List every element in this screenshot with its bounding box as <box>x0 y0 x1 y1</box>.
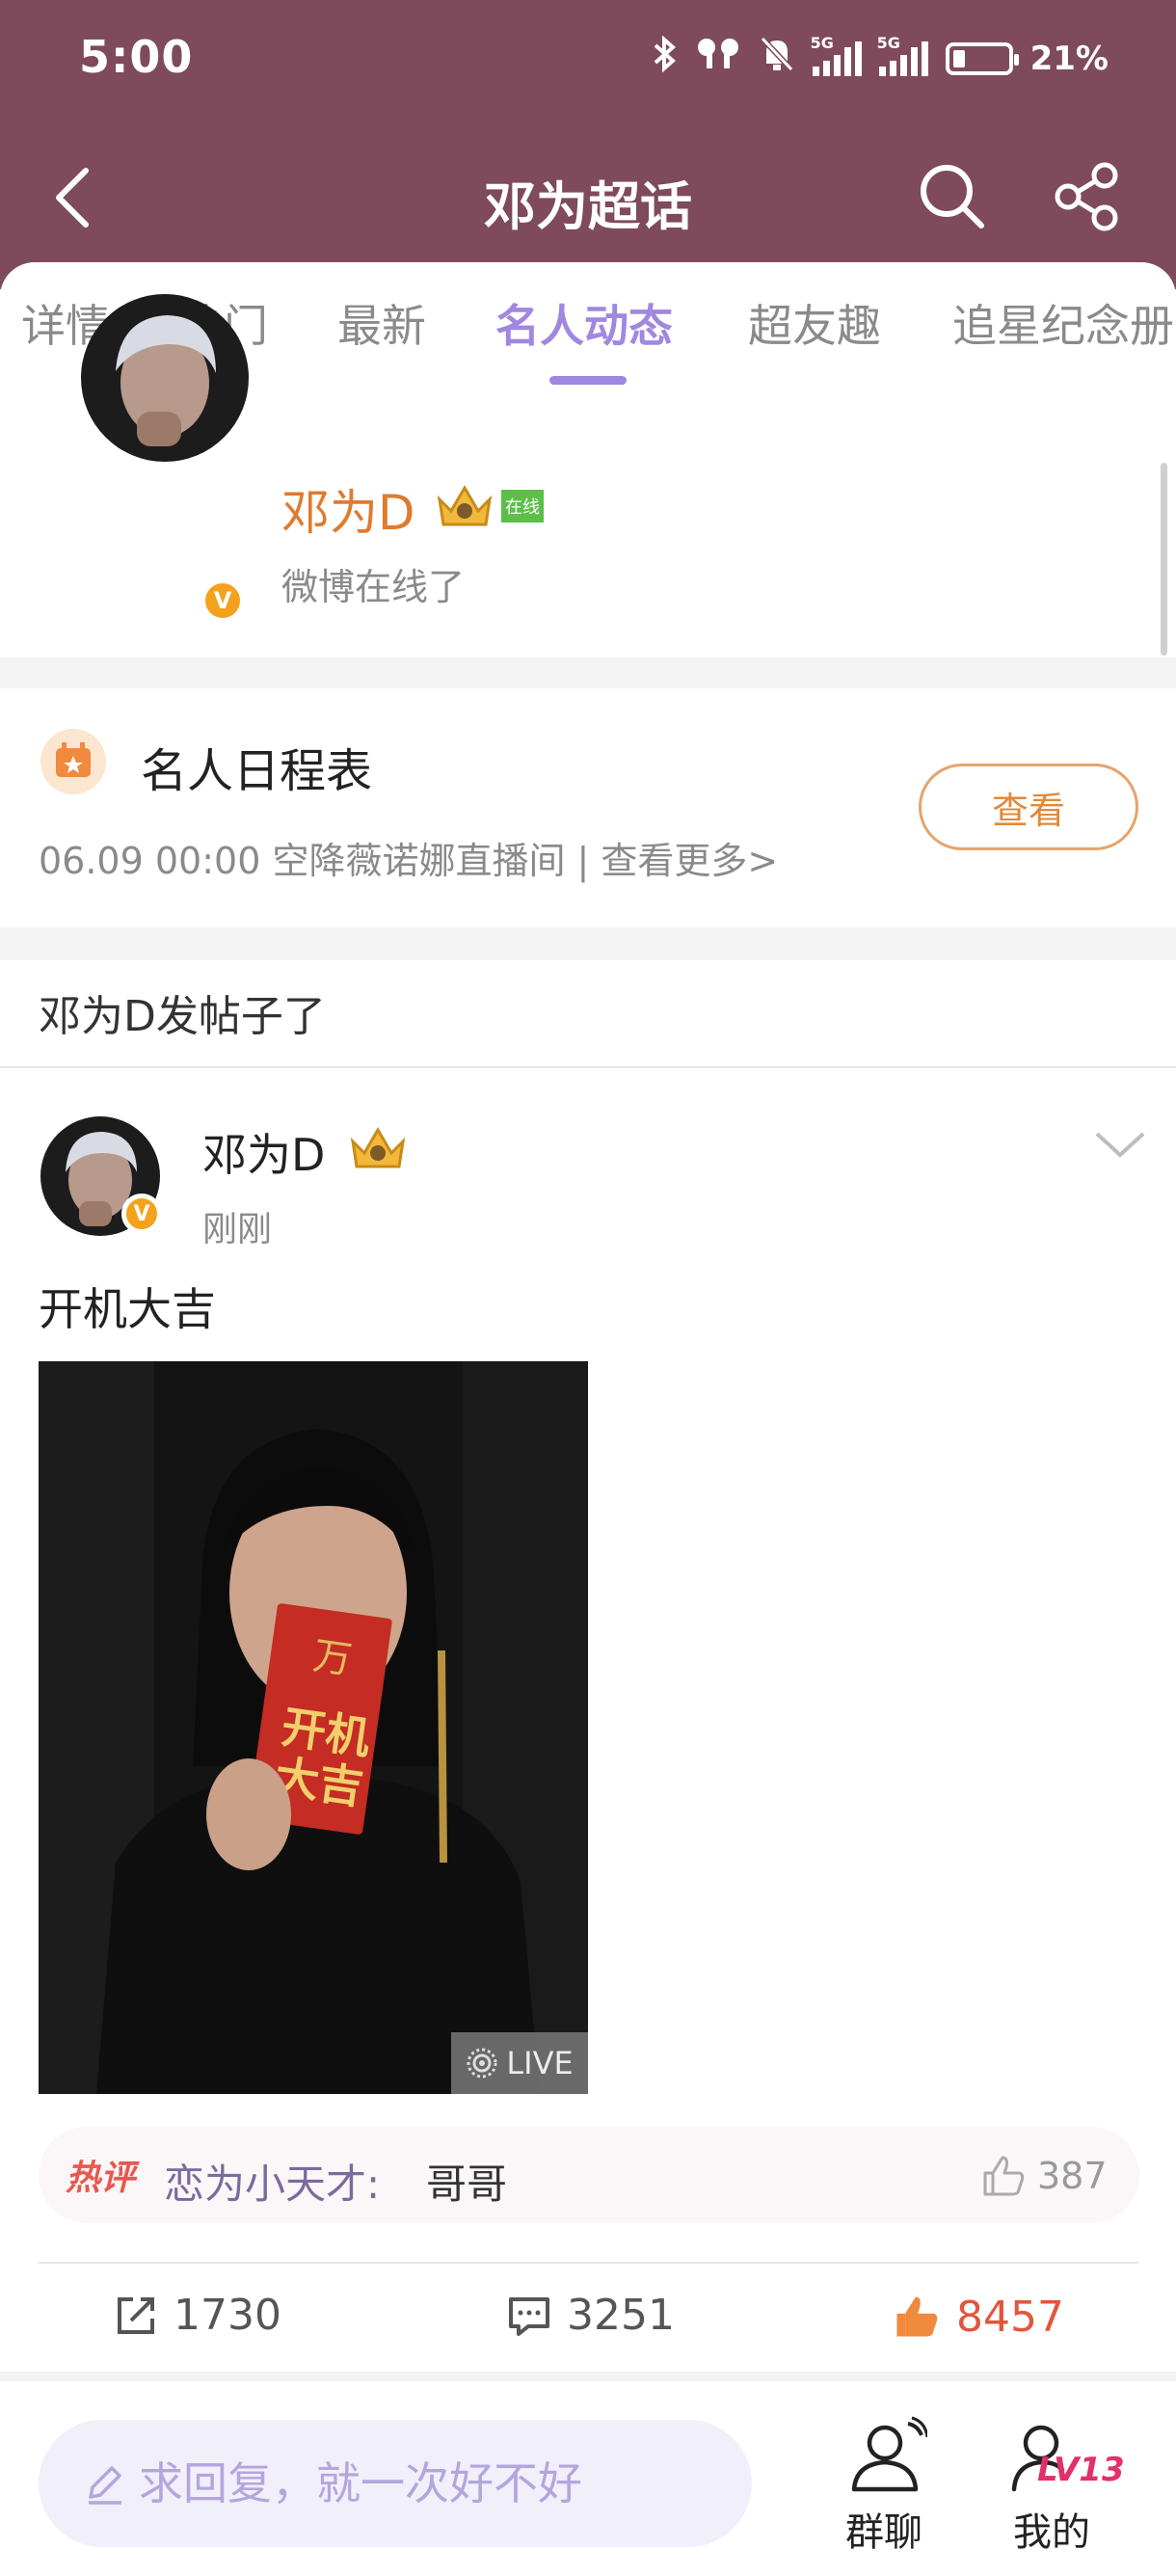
online-badge: 在线 <box>501 490 544 523</box>
tab-fan-album[interactable]: 追星纪念册 <box>952 291 1174 355</box>
search-icon <box>921 165 984 228</box>
repost-count: 1730 <box>174 2291 281 2340</box>
hot-comment-user[interactable]: 恋为小天才: <box>164 2152 380 2211</box>
schedule-icon <box>40 729 106 794</box>
post-time: 刚刚 <box>202 1210 273 1249</box>
bluetooth-icon <box>653 35 678 81</box>
hot-comment[interactable]: 热评 恋为小天才: 哥哥 387 <box>39 2127 1139 2223</box>
divider <box>0 1066 1176 1068</box>
top-header: 5:00 5G 5G 21% 邓为超话 <box>0 0 1176 289</box>
chevron-down-icon <box>1095 1132 1145 1158</box>
svg-text:万: 万 <box>310 1634 355 1683</box>
group-chat-button[interactable]: 群聊 <box>831 2416 937 2557</box>
status-icons: 5G 5G 21% <box>653 34 1109 82</box>
battery-icon <box>945 41 1019 75</box>
like-button[interactable]: 8457 <box>891 2291 1064 2343</box>
battery-percent: 21% <box>1029 39 1109 78</box>
me-label: 我的 <box>1013 2510 1090 2555</box>
divider <box>39 2262 1139 2264</box>
group-chat-label: 群聊 <box>845 2510 922 2555</box>
page-title: 邓为超话 <box>484 176 692 237</box>
live-photo-badge: LIVE <box>451 2032 588 2094</box>
verified-badge: V <box>200 578 245 623</box>
pencil-icon <box>89 2466 121 2505</box>
posts-section-title: 邓为D发帖子了 <box>39 992 326 1041</box>
view-schedule-button[interactable]: 查看 <box>919 764 1138 850</box>
share-icon <box>1055 162 1118 231</box>
post-image[interactable]: 万 开机 大吉 LIVE <box>39 1361 588 2094</box>
crown-icon <box>437 485 493 526</box>
live-icon <box>467 2048 497 2079</box>
reply-input[interactable] <box>39 2420 752 2547</box>
nav-bar: 邓为超话 <box>0 145 1176 251</box>
me-button[interactable]: LV13 我的 <box>989 2416 1125 2557</box>
tab-latest[interactable]: 最新 <box>337 291 426 355</box>
hot-comment-tag: 热评 <box>66 2159 136 2198</box>
level-badge: LV13 <box>1037 2451 1125 2489</box>
tab-celeb-updates[interactable]: 名人动态 <box>495 291 673 355</box>
like-count: 8457 <box>956 2292 1064 2342</box>
schedule-detail-link[interactable]: 06.09 00:00 空降薇诺娜直播间 | 查看更多> <box>39 831 778 884</box>
thumbs-up-filled-icon <box>896 2296 938 2337</box>
scrollbar-thumb[interactable] <box>1161 463 1167 656</box>
celeb-name[interactable]: 邓为D <box>281 474 415 544</box>
tab-fan-fun[interactable]: 超友趣 <box>748 291 881 355</box>
signal-icon-2: 5G <box>877 34 928 76</box>
section-gap <box>0 657 1176 688</box>
section-gap <box>0 927 1176 960</box>
crown-icon <box>350 1127 406 1168</box>
comment-count: 3251 <box>567 2291 675 2340</box>
active-tab-indicator <box>549 376 627 385</box>
status-bar: 5:00 5G 5G 21% <box>0 0 1176 116</box>
verified-badge: V <box>121 1194 162 1234</box>
post-menu-button[interactable] <box>1091 1120 1149 1168</box>
earbuds-icon <box>695 36 741 81</box>
group-chat-icon <box>851 2416 927 2492</box>
post-author-name[interactable]: 邓为D <box>202 1120 325 1184</box>
hot-comment-like-count: 387 <box>1037 2155 1108 2197</box>
repost-button[interactable]: 1730 <box>112 2291 281 2340</box>
live-label: LIVE <box>506 2045 574 2081</box>
status-time: 5:00 <box>79 31 194 83</box>
comment-icon <box>509 2296 549 2336</box>
celeb-avatar[interactable] <box>81 294 249 462</box>
comment-button[interactable]: 3251 <box>505 2291 675 2340</box>
hot-comment-like-button[interactable]: 387 <box>979 2152 1108 2200</box>
hot-comment-text: 哥哥 <box>426 2160 508 2208</box>
search-button[interactable] <box>916 160 989 233</box>
signal-icon-1: 5G <box>811 34 862 76</box>
thumbs-up-icon <box>983 2156 1025 2196</box>
mute-bell-icon <box>759 35 795 82</box>
schedule-title: 名人日程表 <box>141 744 373 798</box>
bottom-bar: 群聊 LV13 我的 <box>0 2381 1176 2576</box>
repost-icon <box>118 2296 154 2334</box>
share-button[interactable] <box>1051 160 1124 233</box>
celeb-status: 微博在线了 <box>281 566 466 608</box>
post-text: 开机大吉 <box>39 1283 216 1335</box>
